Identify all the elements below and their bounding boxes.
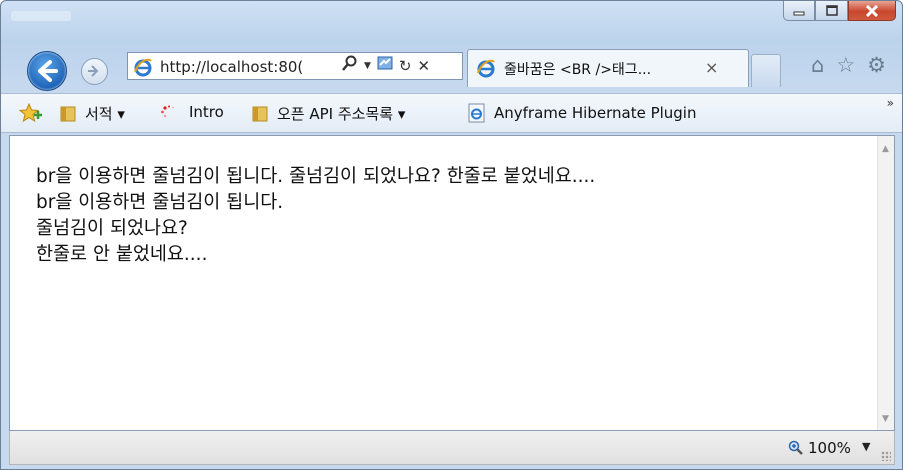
minimize-icon <box>793 11 805 15</box>
favorites-item-label: Intro <box>189 103 224 121</box>
text-line: 줄넘김이 되었나요? <box>36 218 188 239</box>
text-line: 한줄로 안 붙었네요.... <box>36 244 208 265</box>
home-icon[interactable]: ⌂ <box>811 53 824 77</box>
status-bar: 100% ▼ <box>9 431 895 465</box>
favorites-bar: 서적 ▾ Intro 오픈 API 주소목록 ▾ Anyframe Hibern… <box>1 93 902 133</box>
tab-close-button[interactable]: × <box>705 58 718 77</box>
favorites-item-anyframe[interactable]: Anyframe Hibernate Plugin <box>468 103 697 123</box>
command-icons: ⌂ ☆ ⚙ <box>811 53 886 77</box>
maximize-icon <box>825 5 838 16</box>
search-icon[interactable] <box>342 55 358 77</box>
stop-icon[interactable]: ✕ <box>418 55 431 77</box>
zoom-magnifier-icon <box>788 440 803 455</box>
scroll-down-icon[interactable]: ▼ <box>882 414 889 424</box>
favorites-item-open-api[interactable]: 오픈 API 주소목록 ▾ <box>251 103 405 124</box>
address-url[interactable]: http://localhost:80( <box>160 58 345 76</box>
maximize-button[interactable] <box>815 1 848 21</box>
favorites-item-intro[interactable]: Intro <box>159 103 224 121</box>
zoom-control[interactable]: 100% <box>788 439 851 457</box>
back-button[interactable] <box>27 51 67 91</box>
page-text: br을 이용하면 줄넘김이 됩니다. 줄넘김이 되었나요? 한줄로 붙었네요..… <box>36 164 595 268</box>
compatibility-icon[interactable] <box>377 55 393 77</box>
window-title <box>11 11 71 21</box>
new-tab-button[interactable] <box>751 54 781 87</box>
forward-arrow-icon <box>88 65 99 77</box>
navigation-bar: http://localhost:80( ▼ ↻ ✕ 줄바꿈은 <BR />태그… <box>1 45 902 93</box>
window-caption-buttons <box>783 1 896 21</box>
settings-gear-icon[interactable]: ⚙ <box>867 53 886 77</box>
favorites-more-button[interactable]: » <box>887 96 894 110</box>
back-arrow-icon <box>38 60 58 82</box>
zoom-level: 100% <box>808 439 851 457</box>
dropdown-icon[interactable]: ▼ <box>364 55 371 77</box>
favorites-item-label: Anyframe Hibernate Plugin <box>494 104 697 122</box>
folder-icon <box>60 106 76 121</box>
refresh-icon[interactable]: ↻ <box>399 55 412 77</box>
favorites-item-books[interactable]: 서적 ▾ <box>59 103 125 124</box>
ie-page-icon <box>468 103 485 123</box>
tab-label: 줄바꿈은 <BR />태그... <box>504 62 652 78</box>
tab-active[interactable]: 줄바꿈은 <BR />태그... × <box>467 49 749 87</box>
address-tools: ▼ ↻ ✕ <box>342 55 430 77</box>
resize-grip-icon[interactable] <box>881 451 891 461</box>
address-bar[interactable]: http://localhost:80( ▼ ↻ ✕ <box>127 52 463 80</box>
text-line: br을 이용하면 줄넘김이 됩니다. <box>36 192 284 213</box>
forward-button[interactable] <box>81 58 108 85</box>
favorites-item-label: 서적 ▾ <box>85 105 125 123</box>
ie-logo-icon <box>476 58 496 82</box>
browser-window: http://localhost:80( ▼ ↻ ✕ 줄바꿈은 <BR />태그… <box>0 0 903 470</box>
close-icon <box>865 4 879 17</box>
page-content: br을 이용하면 줄넘김이 됩니다. 줄넘김이 되었나요? 한줄로 붙었네요..… <box>9 135 895 431</box>
favorites-star-icon[interactable]: ☆ <box>836 53 855 77</box>
add-favorite-star-icon <box>19 103 42 123</box>
spinner-icon <box>161 105 174 118</box>
vertical-scrollbar[interactable]: ▲ ▼ <box>877 136 894 430</box>
add-favorite-button[interactable] <box>19 103 43 123</box>
text-line: br을 이용하면 줄넘김이 됩니다. 줄넘김이 되었나요? 한줄로 붙었네요..… <box>36 166 596 187</box>
minimize-button[interactable] <box>783 1 815 21</box>
ie-logo-icon <box>133 57 153 81</box>
scroll-up-icon[interactable]: ▲ <box>882 144 889 154</box>
favorites-item-label: 오픈 API 주소목록 ▾ <box>277 105 406 123</box>
folder-icon <box>252 106 268 121</box>
zoom-dropdown-icon[interactable]: ▼ <box>862 440 870 453</box>
close-button[interactable] <box>848 1 896 21</box>
